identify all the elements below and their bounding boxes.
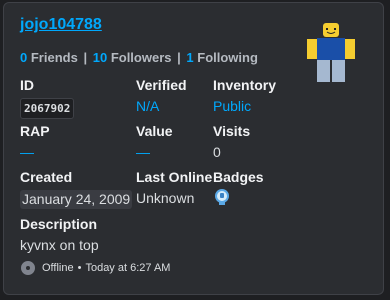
stats-separator: | xyxy=(177,50,181,65)
field-visits: Visits 0 xyxy=(213,123,333,161)
created-value: January 24, 2009 xyxy=(20,190,133,209)
friends-label: Friends xyxy=(30,50,78,65)
footer-separator: • xyxy=(77,262,82,274)
following-label: Following xyxy=(197,50,258,65)
id-label: ID xyxy=(20,77,34,93)
rap-label: RAP xyxy=(20,123,50,139)
description-text: kyvnx on top xyxy=(20,237,99,253)
field-created: Created January 24, 2009 xyxy=(20,169,140,209)
description-label: Description xyxy=(20,216,98,232)
social-stats: 0 Friends | 10 Followers | 1 Following xyxy=(20,50,258,65)
visits-value: 0 xyxy=(213,144,221,160)
offline-status-icon xyxy=(21,261,35,275)
badge-icon[interactable] xyxy=(213,188,231,206)
visits-label: Visits xyxy=(213,123,251,139)
status-text: Offline xyxy=(42,262,74,274)
badges-label: Badges xyxy=(213,169,264,185)
status-footer: Offline • Today at 6:27 AM xyxy=(21,261,170,275)
inventory-value[interactable]: Public xyxy=(213,98,333,115)
stats-separator: | xyxy=(83,50,88,65)
footer-timestamp: Today at 6:27 AM xyxy=(85,262,171,274)
following-count: 1 xyxy=(186,50,194,65)
field-id: ID 2067902 xyxy=(20,77,140,119)
friends-count: 0 xyxy=(20,50,28,65)
id-value: 2067902 xyxy=(20,98,75,119)
avatar xyxy=(307,23,355,82)
field-inventory: Inventory Public xyxy=(213,77,333,115)
username-link[interactable]: jojo104788 xyxy=(20,16,102,34)
profile-embed-card: jojo104788 0 Friends | 10 Followers | 1 … xyxy=(3,2,384,295)
created-label: Created xyxy=(20,169,73,185)
field-rap: RAP — xyxy=(20,123,140,161)
followers-count: 10 xyxy=(92,50,108,65)
field-badges: Badges xyxy=(213,169,333,211)
inventory-label: Inventory xyxy=(213,77,277,93)
rap-value[interactable]: — xyxy=(20,144,140,161)
followers-label: Followers xyxy=(110,50,172,65)
